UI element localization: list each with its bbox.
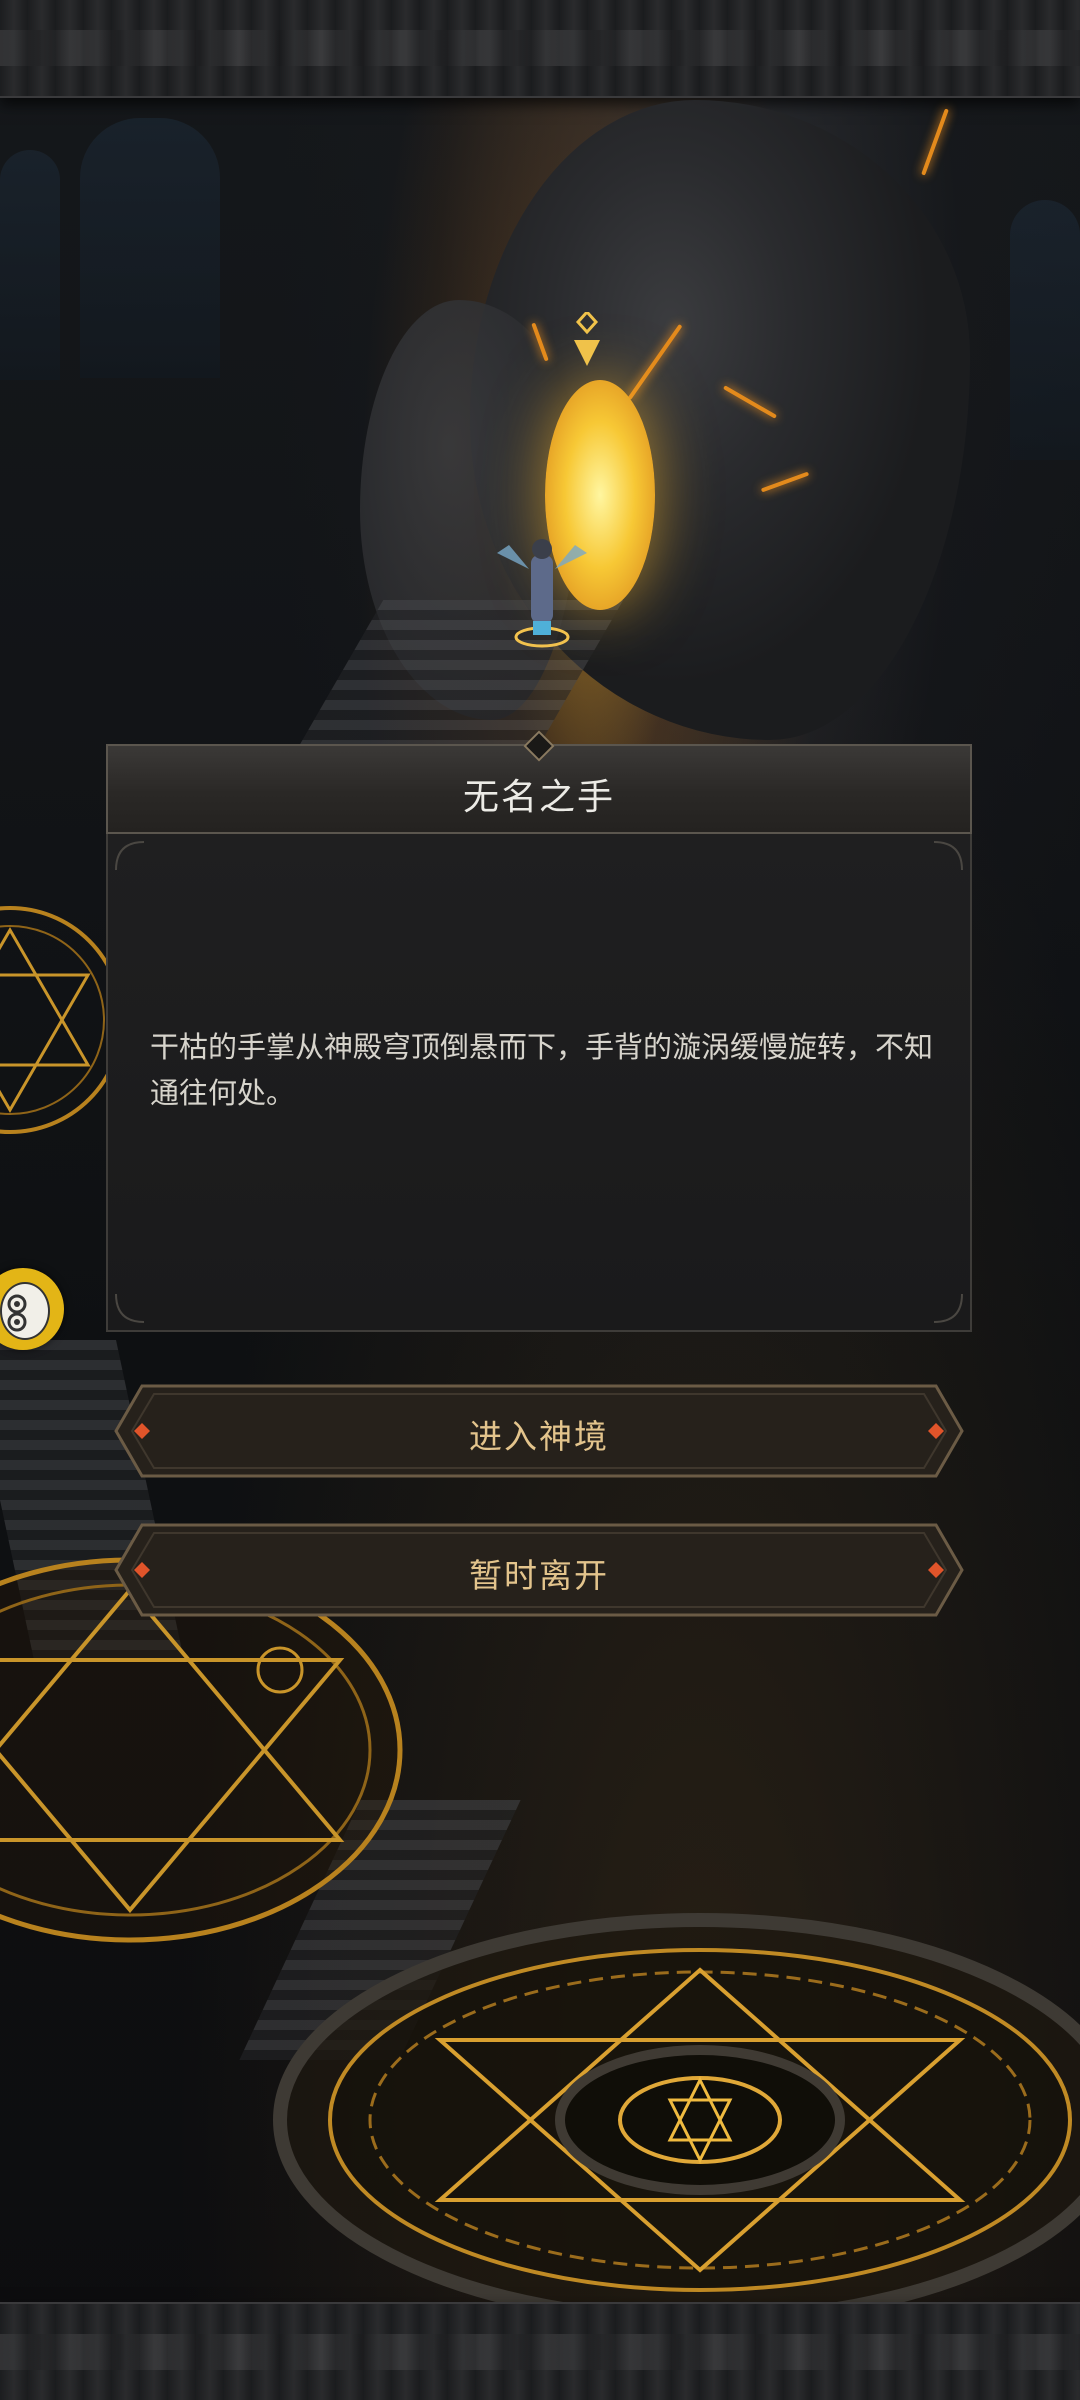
frame-ornament <box>0 2334 1080 2370</box>
temple-arch-left <box>80 118 220 378</box>
game-scene[interactable]: 无名之手 干枯的手掌从神殿穹顶倒悬而下，手背的漩涡缓慢旋转，不知通往何处。 进入… <box>0 0 1080 2400</box>
leave-button-label: 暂时离开 <box>469 1556 609 1595</box>
lava-crack <box>921 108 949 176</box>
dialog-body: 干枯的手掌从神殿穹顶倒悬而下，手背的漩涡缓慢旋转，不知通往何处。 <box>106 834 972 1332</box>
top-frame-border <box>0 0 1080 98</box>
corner-ornament <box>115 841 145 871</box>
event-dialog: 无名之手 干枯的手掌从神殿穹顶倒悬而下，手背的漩涡缓慢旋转，不知通往何处。 <box>106 730 972 1332</box>
corner-ornament <box>933 841 963 871</box>
spirit-mask-icon[interactable] <box>0 1268 64 1350</box>
temple-arch-left-far <box>0 150 60 380</box>
corner-ornament <box>115 1293 145 1323</box>
dialog-title: 无名之手 <box>462 777 615 818</box>
temple-arch-right <box>1010 200 1080 460</box>
waypoint-marker-icon <box>574 312 600 366</box>
enter-button-label: 进入神境 <box>469 1417 609 1456</box>
mask-face <box>0 1282 50 1340</box>
mask-eyes-icon <box>7 1294 27 1332</box>
enter-divine-realm-button[interactable]: 进入神境 <box>112 1382 966 1480</box>
magic-circle-main <box>273 1913 1080 2310</box>
corner-ornament <box>933 1293 963 1323</box>
leave-temporarily-button[interactable]: 暂时离开 <box>112 1521 966 1619</box>
player-character[interactable] <box>487 525 597 655</box>
bottom-frame-border <box>0 2302 1080 2400</box>
dialog-description: 干枯的手掌从神殿穹顶倒悬而下，手背的漩涡缓慢旋转，不知通往何处。 <box>150 1030 934 1110</box>
frame-ornament <box>0 30 1080 66</box>
